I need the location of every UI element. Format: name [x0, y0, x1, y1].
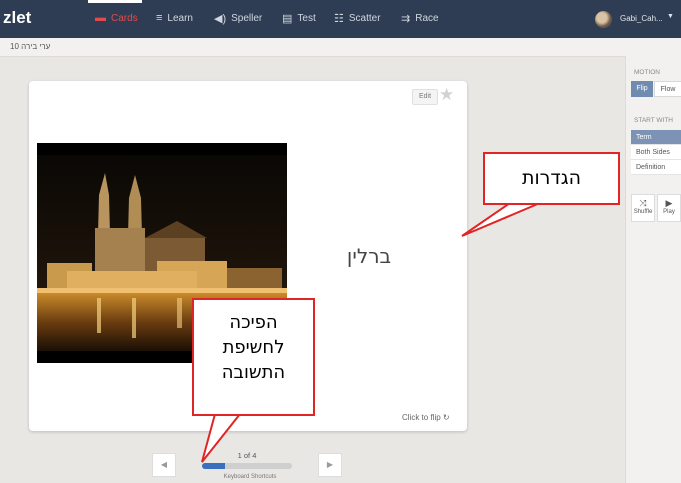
shuffle-button[interactable]: ⤨ Shuffle	[631, 194, 655, 222]
start-with-term[interactable]: Term	[631, 130, 681, 145]
cards-icon: ▬	[95, 12, 106, 24]
nav-test[interactable]: ▤ Test	[282, 12, 316, 25]
race-icon: ⇉	[401, 13, 411, 25]
learn-icon: ≡	[156, 12, 163, 24]
nav-speller-label: Speller	[231, 13, 263, 24]
flip-toggle[interactable]: Flip	[631, 81, 653, 97]
username[interactable]: Gabi_Cah...	[620, 14, 663, 23]
speaker-icon: ◀)	[214, 13, 227, 25]
play-label: Play	[663, 209, 675, 215]
click-to-flip[interactable]: Click to flip ↻	[402, 413, 450, 422]
document-icon: ▤	[282, 13, 293, 25]
progress-bar	[202, 463, 292, 469]
keyboard-shortcuts-link[interactable]: Keyboard Shortcuts	[210, 474, 290, 480]
card-counter: 1 of 4	[237, 451, 257, 460]
nav-speller[interactable]: ◀) Speller	[214, 12, 262, 25]
breadcrumb[interactable]: ערי בירה 10	[10, 42, 50, 51]
nav-learn-label: Learn	[167, 12, 193, 24]
nav-cards-label: Cards	[111, 12, 138, 24]
top-nav: zlet ▬ Cards ≡ Learn ◀) Speller ▤ Test ☷…	[0, 0, 681, 38]
nav-test-label: Test	[297, 13, 316, 24]
flow-toggle[interactable]: Flow	[654, 81, 681, 97]
chevron-down-icon[interactable]: ▼	[667, 13, 674, 20]
star-icon[interactable]: ★	[439, 85, 454, 105]
nav-race-label: Race	[415, 13, 439, 24]
edit-button[interactable]: Edit	[412, 89, 438, 105]
motion-heading: MOTION	[634, 69, 660, 76]
play-button[interactable]: ▶ Play	[657, 194, 681, 222]
card-term: ברלין	[346, 244, 392, 268]
play-icon: ▶	[665, 198, 673, 208]
prev-card-button[interactable]: ◀	[152, 453, 176, 477]
settings-panel: MOTION Flip Flow START WITH Term Both Si…	[625, 56, 681, 483]
shuffle-label: Shuffle	[633, 209, 653, 215]
nav-learn[interactable]: ≡ Learn	[156, 12, 193, 24]
shuffle-icon: ⤨	[639, 198, 647, 208]
start-with-both-sides[interactable]: Both Sides	[631, 145, 681, 160]
app-logo[interactable]: zlet	[3, 8, 31, 28]
nav-scatter[interactable]: ☷ Scatter	[334, 12, 381, 25]
settings-callout-pointer	[461, 202, 541, 237]
nav-race[interactable]: ⇉ Race	[401, 12, 439, 25]
user-avatar[interactable]	[595, 11, 612, 28]
progress-fill	[202, 463, 225, 469]
active-tab-indicator	[88, 0, 142, 3]
flip-callout-line-2: לחשיפת	[222, 337, 285, 358]
start-with-heading: START WITH	[634, 117, 673, 124]
nav-cards[interactable]: ▬ Cards	[95, 12, 138, 24]
flip-callout: הפיכה לחשיפת התשובה	[192, 298, 315, 416]
flip-callout-line-3: התשובה	[221, 362, 286, 383]
start-with-definition[interactable]: Definition	[631, 160, 681, 175]
breadcrumb-bar: ערי בירה 10	[0, 38, 681, 57]
settings-callout: הגדרות	[483, 152, 620, 205]
flip-callout-line-1: הפיכה	[229, 312, 278, 333]
next-card-button[interactable]: ▶	[318, 453, 342, 477]
nav-scatter-label: Scatter	[348, 13, 381, 24]
scatter-icon: ☷	[334, 13, 344, 25]
